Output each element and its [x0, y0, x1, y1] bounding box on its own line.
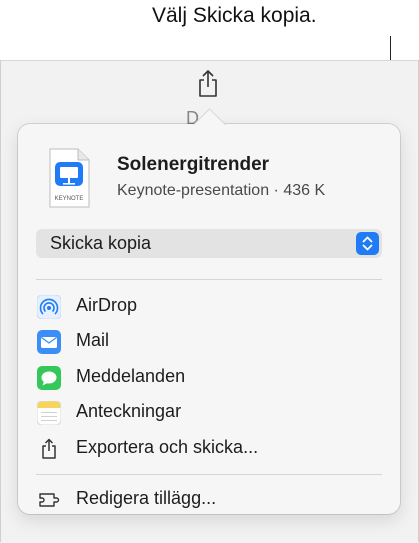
export-share-icon	[37, 437, 61, 461]
airdrop-icon	[36, 294, 62, 320]
menu-item-mail[interactable]: Mail	[36, 326, 382, 358]
divider	[36, 474, 382, 475]
callout-text: Välj Skicka kopia.	[152, 4, 317, 27]
mail-icon	[37, 330, 61, 354]
menu-item-label: AirDrop	[76, 295, 138, 315]
menu-item-label: Redigera tillägg...	[76, 488, 217, 508]
messages-icon	[37, 366, 61, 390]
extensions-icon	[37, 488, 61, 512]
menu-item-messages[interactable]: Meddelanden	[36, 362, 382, 394]
share-method-dropdown[interactable]: Skicka kopia	[36, 229, 382, 258]
dropdown-chevron-icon[interactable]	[356, 232, 379, 255]
divider	[36, 279, 382, 280]
share-icon	[199, 70, 217, 97]
window-border-left	[0, 60, 1, 542]
menu-item-edit-extensions[interactable]: Redigera tillägg...	[36, 484, 382, 516]
menu-item-label: Exportera och skicka...	[76, 437, 259, 457]
keynote-file-icon: KEYNOTE	[48, 148, 90, 208]
menu-item-label: Mail	[76, 330, 110, 350]
menu-item-label: Anteckningar	[76, 401, 182, 421]
notes-icon	[36, 400, 62, 426]
menu-item-notes[interactable]: Anteckningar	[36, 397, 382, 429]
dropdown-selected-value: Skicka kopia	[50, 233, 152, 253]
menu-item-airdrop[interactable]: AirDrop	[36, 291, 382, 323]
menu-item-label: Meddelanden	[76, 366, 186, 386]
menu-item-export-and-send[interactable]: Exportera och skicka...	[36, 433, 382, 465]
file-icon-label: KEYNOTE	[55, 196, 84, 202]
document-title: Solenergitrender	[117, 154, 270, 175]
document-subtitle: Keynote-presentation · 436 K	[117, 182, 326, 199]
share-button[interactable]	[195, 68, 221, 98]
